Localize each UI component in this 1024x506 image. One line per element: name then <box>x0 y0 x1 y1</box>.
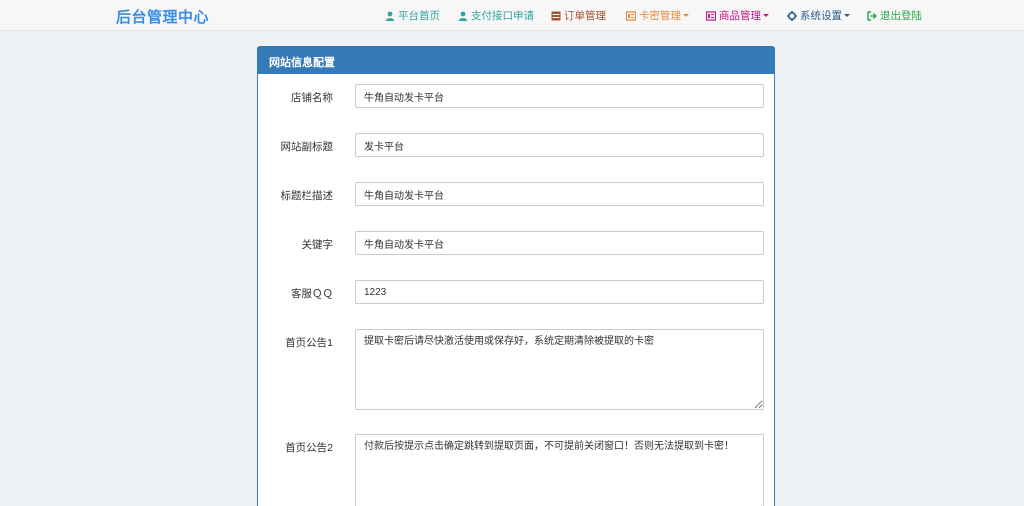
subtitle-input[interactable] <box>355 133 764 157</box>
gear-icon <box>787 10 797 21</box>
nav-system-settings[interactable]: 系统设置 <box>787 8 850 23</box>
field-label: 标题栏描述 <box>280 190 334 202</box>
nav-payment-apply[interactable]: 支付接口申请 <box>458 8 534 23</box>
nav-label: 系统设置 <box>800 10 842 22</box>
caret-down-icon <box>844 14 850 17</box>
site-info-panel: 网站信息配置 店铺名称 网站副标题 标题栏描述 关键字 客服ＱＱ 首页公告1 提… <box>257 46 775 506</box>
nav-card-manage[interactable]: 卡密管理 <box>626 8 689 23</box>
top-navbar: 后台管理中心 平台首页 支付接口申请 订单管理 卡密管理 商品管理 系统设置 退… <box>0 0 1024 31</box>
title-desc-input[interactable] <box>355 182 764 206</box>
nav-label: 支付接口申请 <box>471 10 534 22</box>
user-icon <box>385 11 395 21</box>
panel-title: 网站信息配置 <box>258 47 774 74</box>
field-label: 关键字 <box>301 239 334 251</box>
notice-1-textarea[interactable]: 提取卡密后请尽快激活使用或保存好，系统定期清除被提取的卡密 <box>355 329 764 410</box>
nav-label: 平台首页 <box>398 10 440 22</box>
keywords-input[interactable] <box>355 231 764 255</box>
caret-down-icon <box>683 14 689 17</box>
nav-logout[interactable]: 退出登陆 <box>867 8 922 23</box>
nav-platform-home[interactable]: 平台首页 <box>385 8 440 23</box>
notice-2-textarea[interactable]: 付款后按提示点击确定跳转到提取页面，不可提前关闭窗口！否则无法提取到卡密！ <box>355 434 764 506</box>
nav-order-manage[interactable]: 订单管理 <box>551 8 606 23</box>
field-label: 店铺名称 <box>291 92 333 104</box>
nav-label: 订单管理 <box>564 10 606 22</box>
nav-label: 退出登陆 <box>880 10 922 22</box>
brand-title[interactable]: 后台管理中心 <box>116 6 209 27</box>
nav-label: 卡密管理 <box>639 10 681 22</box>
card-icon <box>706 10 716 21</box>
user-icon <box>458 11 468 21</box>
logout-icon <box>867 10 877 21</box>
nav-label: 商品管理 <box>719 10 761 22</box>
field-label: 客服ＱＱ <box>291 288 333 300</box>
field-label: 首页公告2 <box>285 442 333 454</box>
nav-goods-manage[interactable]: 商品管理 <box>706 8 769 23</box>
field-label: 网站副标题 <box>280 141 334 153</box>
list-icon <box>551 11 561 20</box>
card-icon <box>626 10 636 21</box>
caret-down-icon <box>763 14 769 17</box>
shop-name-input[interactable] <box>355 84 764 108</box>
field-label: 首页公告1 <box>285 337 333 349</box>
service-qq-input[interactable] <box>355 280 764 304</box>
